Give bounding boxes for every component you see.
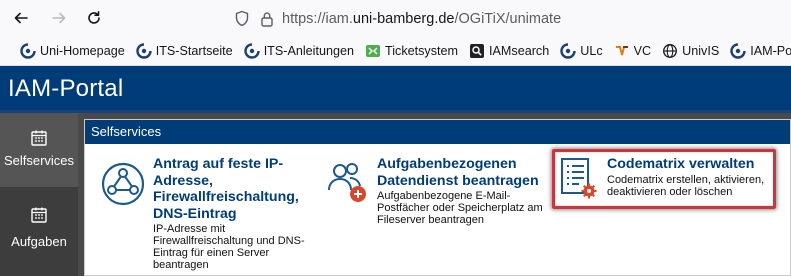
bookmark-iam-portal[interactable]: IAM-Portal [730, 43, 791, 59]
user-add-icon [328, 163, 366, 202]
bookmark-univis[interactable]: UnivIS [662, 43, 719, 59]
selfservices-panel: Selfservices Antrag auf feste IP-Adresse… [84, 119, 791, 276]
bookmark-ulc[interactable]: ULc [560, 43, 603, 59]
ticket-icon [365, 43, 381, 59]
bookmark-iamsearch[interactable]: IAMsearch [469, 43, 549, 59]
bookmark-label: IAM-Portal [750, 44, 791, 58]
uni-logo-icon [136, 43, 152, 59]
reload-icon [88, 11, 100, 24]
globe-icon [662, 43, 678, 59]
uni-logo-icon [20, 43, 36, 59]
sidebar: Selfservices Aufgaben [0, 113, 78, 276]
url-path: /OGiTiX/unimate [454, 10, 562, 27]
bookmark-its-anleitungen[interactable]: ITS-Anleitungen [244, 43, 354, 59]
bookmark-label: UnivIS [682, 44, 720, 58]
bookmark-vc[interactable]: VC [614, 43, 652, 59]
arrow-left-icon [14, 12, 28, 24]
tile-ip-address[interactable]: Antrag auf feste IP-Adresse, Firewallfre… [99, 156, 314, 271]
tile-title: Antrag auf feste IP-Adresse, Firewallfre… [153, 156, 299, 222]
tile-description: Aufgabenbezogene E-Mail-Postfächer oder … [377, 190, 543, 226]
sidebar-item-label: Aufgaben [11, 234, 67, 249]
bookmark-label: IAMsearch [489, 44, 550, 58]
calendar-icon [31, 130, 47, 146]
bookmark-its-startseite[interactable]: ITS-Startseite [136, 43, 233, 59]
bookmark-ticketsystem[interactable]: Ticketsystem [365, 43, 458, 59]
section-title: Selfservices [85, 120, 790, 144]
network-icon [101, 162, 145, 206]
vc-icon [614, 43, 630, 59]
bookmark-label: VC [633, 44, 652, 58]
calendar-icon [31, 207, 47, 223]
arrow-right-icon [52, 12, 66, 24]
bookmarks-bar: Uni-Homepage ITS-Startseite ITS-Anleitun… [0, 37, 791, 66]
url-text[interactable]: https://iam.uni-bamberg.de/OGiTiX/unimat… [282, 11, 561, 27]
bookmark-label: ITS-Anleitungen [263, 44, 354, 58]
browser-toolbar: https://iam.uni-bamberg.de/OGiTiX/unimat… [0, 0, 791, 37]
lock-icon [261, 11, 273, 27]
tile-title: Aufgabenbezogenen Datendienst beantragen [377, 156, 539, 189]
bookmark-label: ITS-Startseite [155, 44, 233, 58]
back-button[interactable] [10, 7, 32, 29]
sidebar-item-aufgaben[interactable]: Aufgaben [0, 206, 78, 266]
highlight-frame [552, 149, 776, 209]
bookmark-label: Uni-Homepage [40, 44, 125, 58]
url-bar[interactable]: https://iam.uni-bamberg.de/OGiTiX/unimat… [226, 4, 791, 33]
forward-button[interactable] [48, 7, 70, 29]
uni-logo-icon [560, 43, 576, 59]
tile-description: IP-Adresse mit Firewallfreischaltung und… [153, 223, 305, 271]
reload-button[interactable] [83, 7, 105, 29]
url-prefix: https://iam. [282, 10, 353, 27]
url-host: uni-bamberg.de [352, 10, 455, 27]
uni-logo-icon [730, 43, 746, 59]
sidebar-item-label: Selfservices [3, 153, 75, 168]
portal-header: IAM-Portal [0, 66, 791, 113]
uni-logo-icon [244, 43, 260, 59]
bookmark-label: Ticketsystem [385, 44, 459, 58]
sidebar-item-selfservices[interactable]: Selfservices [0, 113, 78, 187]
portal-title: IAM-Portal [8, 75, 124, 102]
tile-datendienst[interactable]: Aufgabenbezogenen Datendienst beantragen… [325, 156, 545, 226]
bookmark-uni-homepage[interactable]: Uni-Homepage [20, 43, 125, 59]
search-icon [469, 43, 485, 59]
bookmark-label: ULc [580, 44, 603, 58]
shield-icon [235, 10, 249, 27]
